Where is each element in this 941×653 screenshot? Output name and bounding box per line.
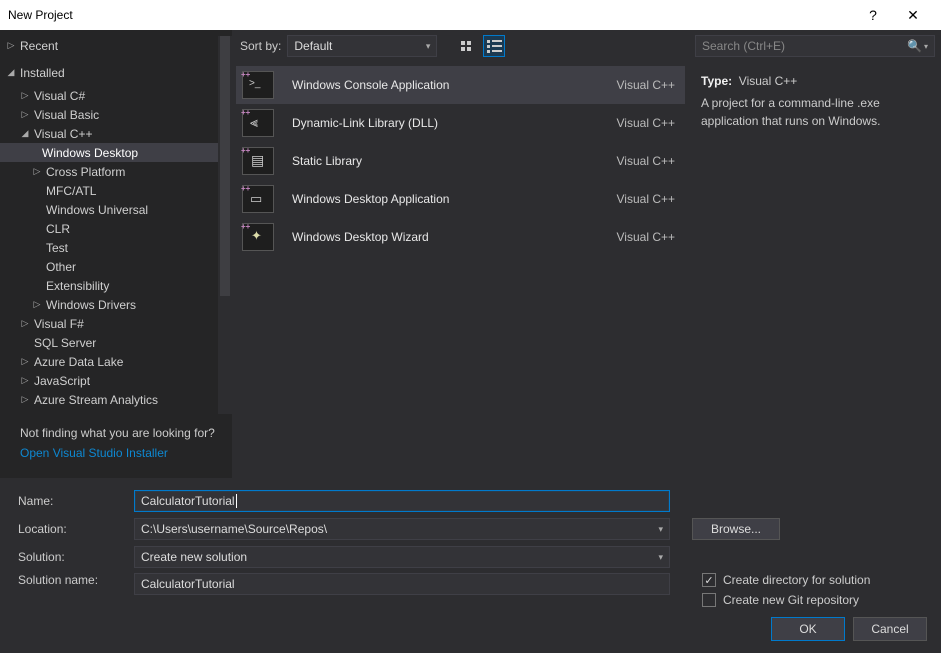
search-input[interactable]: Search (Ctrl+E) 🔍 ▾ <box>695 35 935 57</box>
tree-other[interactable]: Other <box>0 257 232 276</box>
location-input[interactable]: C:\Users\username\Source\Repos\▾ <box>134 518 670 540</box>
browse-button[interactable]: Browse... <box>692 518 780 540</box>
not-finding-label: Not finding what you are looking for? <box>20 426 218 440</box>
template-row[interactable]: Windows Desktop ApplicationVisual C++ <box>236 180 685 218</box>
sort-by-label: Sort by: <box>240 39 281 53</box>
tree-windows-universal[interactable]: Windows Universal <box>0 200 232 219</box>
template-name: Windows Console Application <box>292 78 617 92</box>
tree-extensibility[interactable]: Extensibility <box>0 276 232 295</box>
location-label: Location: <box>18 522 126 536</box>
template-lang: Visual C++ <box>617 230 675 244</box>
template-icon <box>242 71 274 99</box>
chevron-down-icon: ▾ <box>426 41 431 52</box>
template-name: Dynamic-Link Library (DLL) <box>292 116 617 130</box>
template-lang: Visual C++ <box>617 154 675 168</box>
list-icon <box>487 40 502 53</box>
chevron-right-icon: ▷ <box>30 166 44 177</box>
tree-scrollbar[interactable] <box>218 36 232 414</box>
view-tiles-button[interactable] <box>455 35 477 57</box>
tiles-icon <box>461 41 471 51</box>
chevron-down-icon: ◢ <box>18 128 32 139</box>
ok-button[interactable]: OK <box>771 617 845 641</box>
name-label: Name: <box>18 494 126 508</box>
tree-windows-desktop[interactable]: Windows Desktop <box>0 143 232 162</box>
template-lang: Visual C++ <box>617 78 675 92</box>
sort-by-combo[interactable]: Default ▾ <box>287 35 437 57</box>
template-description: A project for a command-line .exe applic… <box>701 94 929 130</box>
template-row[interactable]: Static LibraryVisual C++ <box>236 142 685 180</box>
create-directory-checkbox[interactable]: Create directory for solution <box>702 573 870 587</box>
cancel-button[interactable]: Cancel <box>853 617 927 641</box>
tree-visual-cpp[interactable]: ◢Visual C++ <box>0 124 232 143</box>
chevron-right-icon: ▷ <box>18 109 32 120</box>
template-icon <box>242 223 274 251</box>
chevron-right-icon: ▷ <box>4 40 18 51</box>
window-title: New Project <box>8 8 853 22</box>
chevron-right-icon: ▷ <box>18 318 32 329</box>
tree-installed[interactable]: ◢Installed <box>0 63 232 82</box>
template-name: Windows Desktop Application <box>292 192 617 206</box>
solution-combo[interactable]: Create new solution▾ <box>134 546 670 568</box>
type-label: Type: <box>701 74 732 88</box>
tree-visual-csharp[interactable]: ▷Visual C# <box>0 86 232 105</box>
help-button[interactable]: ? <box>853 7 893 23</box>
checkbox-icon <box>702 593 716 607</box>
chevron-right-icon: ▷ <box>18 413 32 414</box>
template-name: Windows Desktop Wizard <box>292 230 617 244</box>
tree-test[interactable]: Test <box>0 238 232 257</box>
chevron-right-icon: ▷ <box>18 356 32 367</box>
tree-azure-data-lake[interactable]: ▷Azure Data Lake <box>0 352 232 371</box>
search-placeholder: Search (Ctrl+E) <box>702 39 907 53</box>
tree-azure-stream-analytics[interactable]: ▷Azure Stream Analytics <box>0 390 232 409</box>
tree-clr[interactable]: CLR <box>0 219 232 238</box>
chevron-right-icon: ▷ <box>30 299 44 310</box>
chevron-down-icon: ▾ <box>658 524 663 535</box>
close-button[interactable]: ✕ <box>893 7 933 24</box>
tree-recent[interactable]: ▷Recent <box>0 36 232 55</box>
template-row[interactable]: Windows Console ApplicationVisual C++ <box>236 66 685 104</box>
category-tree: ▷Recent ◢Installed ▷Visual C# ▷Visual Ba… <box>0 30 232 478</box>
tree-other-project-types[interactable]: ▷Other Project Types <box>0 409 232 414</box>
search-icon: 🔍 <box>907 39 922 53</box>
template-name: Static Library <box>292 154 617 168</box>
title-bar: New Project ? ✕ <box>0 0 941 30</box>
template-lang: Visual C++ <box>617 192 675 206</box>
template-icon <box>242 147 274 175</box>
solution-label: Solution: <box>18 550 126 564</box>
view-list-button[interactable] <box>483 35 505 57</box>
solution-name-label: Solution name: <box>18 573 126 587</box>
template-lang: Visual C++ <box>617 116 675 130</box>
tree-mfc-atl[interactable]: MFC/ATL <box>0 181 232 200</box>
chevron-down-icon: ◢ <box>4 67 18 78</box>
template-row[interactable]: Windows Desktop WizardVisual C++ <box>236 218 685 256</box>
create-git-checkbox[interactable]: Create new Git repository <box>702 593 870 607</box>
chevron-right-icon: ▷ <box>18 394 32 405</box>
chevron-right-icon: ▷ <box>18 375 32 386</box>
open-installer-link[interactable]: Open Visual Studio Installer <box>20 446 218 460</box>
tree-sql-server[interactable]: SQL Server <box>0 333 232 352</box>
chevron-down-icon: ▾ <box>658 552 663 563</box>
template-icon <box>242 185 274 213</box>
template-row[interactable]: Dynamic-Link Library (DLL)Visual C++ <box>236 104 685 142</box>
tree-javascript[interactable]: ▷JavaScript <box>0 371 232 390</box>
template-list: Windows Console ApplicationVisual C++Dyn… <box>232 62 689 478</box>
name-input[interactable]: CalculatorTutorial <box>134 490 670 512</box>
solution-name-input[interactable]: CalculatorTutorial <box>134 573 670 595</box>
sort-by-value: Default <box>294 39 332 53</box>
chevron-right-icon: ▷ <box>18 90 32 101</box>
tree-cross-platform[interactable]: ▷Cross Platform <box>0 162 232 181</box>
template-icon <box>242 109 274 137</box>
tree-visual-fsharp[interactable]: ▷Visual F# <box>0 314 232 333</box>
type-value: Visual C++ <box>739 74 797 88</box>
tree-windows-drivers[interactable]: ▷Windows Drivers <box>0 295 232 314</box>
template-details: Type: Visual C++ A project for a command… <box>689 62 941 140</box>
chevron-down-icon: ▾ <box>924 42 928 51</box>
checkbox-icon <box>702 573 716 587</box>
tree-visual-basic[interactable]: ▷Visual Basic <box>0 105 232 124</box>
